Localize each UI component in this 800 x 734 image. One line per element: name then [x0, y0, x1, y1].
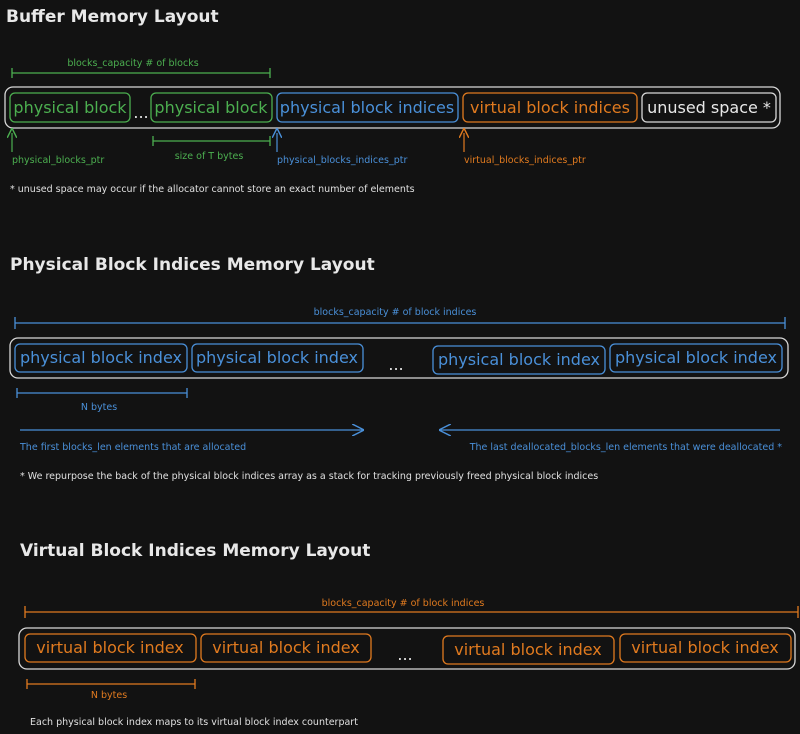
virtual-cell-label: virtual block index: [36, 638, 184, 657]
size-of-t-bracket: [152, 136, 271, 146]
physical-blocks-indices-ptr-label: physical_blocks_indices_ptr: [277, 155, 407, 166]
physical-blocks-ptr-label: physical_blocks_ptr: [12, 155, 104, 166]
virtual-capacity-label: blocks_capacity # of block indices: [322, 598, 485, 609]
virtual-cell-label: virtual block index: [631, 638, 779, 657]
buffer-ellipsis: ...: [133, 103, 148, 122]
virtual-n-bytes-label: N bytes: [91, 690, 127, 701]
physical-capacity-label: blocks_capacity # of block indices: [314, 307, 477, 318]
memory-layout-diagram: Buffer Memory Layout blocks_capacity # o…: [4, 7, 799, 728]
virtual-blocks-indices-ptr-label: virtual_blocks_indices_ptr: [464, 155, 586, 166]
buffer-block-label: physical block indices: [280, 98, 454, 117]
buffer-block-label: virtual block indices: [470, 98, 630, 117]
buffer-title: Buffer Memory Layout: [6, 7, 219, 27]
physical-n-bytes-label: N bytes: [81, 402, 117, 413]
deallocated-label: The last deallocated_blocks_len elements…: [469, 442, 783, 453]
physical-cell-label: physical block index: [438, 350, 600, 369]
physical-cell-label: physical block index: [196, 348, 358, 367]
allocated-label: The first blocks_len elements that are a…: [19, 442, 246, 453]
size-of-t-label: size of T bytes: [175, 151, 244, 162]
virtual-note: Each physical block index maps to its vi…: [30, 717, 358, 728]
physical-cell-label: physical block index: [615, 348, 777, 367]
buffer-block-label: unused space *: [647, 98, 771, 117]
virtual-title: Virtual Block Indices Memory Layout: [20, 541, 370, 561]
physical-note: * We repurpose the back of the physical …: [20, 471, 598, 482]
physical-n-bytes-bracket: [16, 388, 188, 398]
virtual-ellipsis: ...: [397, 645, 412, 664]
virtual-n-bytes-bracket: [26, 679, 196, 689]
physical-title: Physical Block Indices Memory Layout: [10, 255, 375, 275]
buffer-capacity-bracket: [11, 68, 271, 78]
physical-ellipsis: ...: [388, 355, 403, 374]
virtual-cell-label: virtual block index: [454, 640, 602, 659]
buffer-note: * unused space may occur if the allocato…: [10, 184, 415, 195]
buffer-block-label: physical block: [154, 98, 268, 117]
buffer-block-label: physical block: [13, 98, 127, 117]
physical-cell-label: physical block index: [20, 348, 182, 367]
buffer-capacity-label: blocks_capacity # of blocks: [67, 58, 198, 69]
physical-capacity-bracket: [14, 317, 786, 329]
virtual-cell-label: virtual block index: [212, 638, 360, 657]
